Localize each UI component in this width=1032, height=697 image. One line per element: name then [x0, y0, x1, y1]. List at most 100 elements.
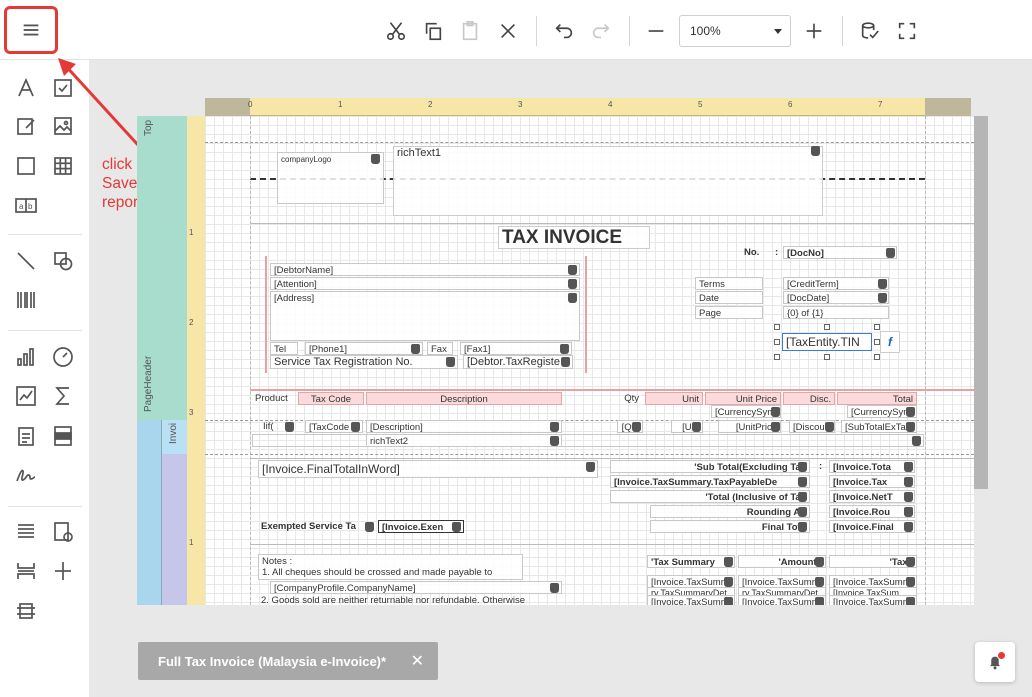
signature-tool[interactable]	[11, 460, 41, 490]
no-label[interactable]: No.	[741, 246, 771, 259]
detail-row-box[interactable]	[252, 434, 924, 447]
gauge-tool[interactable]	[48, 342, 78, 372]
resize-handle[interactable]	[774, 339, 780, 345]
chart-tool[interactable]	[11, 342, 41, 372]
zoom-in-button[interactable]	[797, 14, 831, 48]
paste-button[interactable]	[453, 14, 487, 48]
notes-line-2[interactable]: 2. Goods sold are neither returnable nor…	[258, 594, 558, 605]
hamburger-menu-button[interactable]	[4, 6, 58, 54]
doc-date-field[interactable]: [DocDate]	[783, 291, 889, 304]
line-tool[interactable]	[11, 246, 41, 276]
row-description[interactable]: [Description]	[366, 420, 562, 433]
sparkline-tool[interactable]	[11, 381, 41, 411]
shape-tool[interactable]	[48, 246, 78, 276]
total-inclusive-label[interactable]: 'Total (Inclusive of Tax	[610, 490, 810, 503]
sub-total-value[interactable]: [Invoice.Tota	[829, 460, 915, 473]
col-disc[interactable]: Disc.	[783, 392, 835, 405]
sub-report-tool[interactable]	[48, 517, 78, 547]
notes-box[interactable]: Notes : 1. All cheques should be crossed…	[258, 554, 523, 580]
notes-line-1: 1. All cheques should be crossed and mad…	[262, 567, 493, 578]
resize-handle[interactable]	[824, 354, 830, 360]
report-title[interactable]: TAX INVOICE	[498, 226, 650, 249]
tax-summary-header[interactable]: 'Tax Summary	[647, 555, 735, 568]
footer-band[interactable]	[161, 454, 187, 605]
company-logo-box[interactable]: companyLogo	[277, 152, 384, 204]
date-label[interactable]: Date	[695, 291, 763, 304]
page-label[interactable]: Page	[695, 306, 763, 319]
fax1-field[interactable]: [Fax1]	[460, 342, 572, 355]
phone1-field[interactable]: [Phone1]	[305, 342, 423, 355]
tin-field-selected[interactable]: [TaxEntity.TIN	[782, 333, 872, 351]
page-header-band[interactable]: Top PageHeader	[137, 116, 187, 420]
close-icon[interactable]: ✕	[411, 651, 424, 671]
copy-button[interactable]	[416, 14, 450, 48]
tax-payable-value[interactable]: [Invoice.Tax	[829, 475, 915, 488]
col-total[interactable]: Total	[837, 392, 917, 405]
tax-summary-cell[interactable]: [Invoice.TaxSumr	[647, 595, 735, 605]
zoom-select[interactable]: 100%	[679, 15, 791, 47]
rich-text1-box[interactable]: richText1	[393, 146, 823, 216]
resize-handle[interactable]	[824, 324, 830, 330]
doc-no-field[interactable]: [DocNo]	[783, 246, 897, 259]
undo-button[interactable]	[547, 14, 581, 48]
page-break-tool[interactable]	[11, 556, 41, 586]
table-of-contents-tool[interactable]	[11, 421, 41, 451]
fullscreen-button[interactable]	[890, 14, 924, 48]
company-name-field[interactable]: [CompanyProfile.CompanyName]	[270, 581, 562, 594]
tax-header[interactable]: 'Tax('	[829, 555, 917, 568]
fax-label[interactable]: Fax	[427, 342, 453, 355]
panel-tool[interactable]	[11, 151, 41, 181]
resize-handle[interactable]	[874, 324, 880, 330]
col-qty[interactable]: Qty	[564, 392, 642, 405]
page-info-tool[interactable]	[11, 517, 41, 547]
tax-summary-cell[interactable]: [Invoice.TaxSumr	[738, 595, 826, 605]
label-tool[interactable]	[11, 73, 41, 103]
character-comb-tool[interactable]: ab	[11, 190, 41, 220]
col-product[interactable]: Product	[252, 392, 296, 405]
rich-text-tool[interactable]	[11, 111, 41, 141]
resize-handle[interactable]	[774, 354, 780, 360]
sub-total-label[interactable]: 'Sub Total(Excluding Tax	[610, 460, 810, 473]
resize-handle[interactable]	[774, 324, 780, 330]
debtor-name-field[interactable]: [DebtorName]	[270, 263, 580, 276]
tax-summary-cell[interactable]: [Invoice.TaxSumr	[829, 595, 917, 605]
pdf-content-tool[interactable]	[48, 421, 78, 451]
redo-button[interactable]	[584, 14, 618, 48]
service-tax-label[interactable]: Service Tax Registration No.	[270, 355, 458, 369]
debtor-tax-reg-field[interactable]: [Debtor.TaxRegiste	[463, 355, 573, 369]
tax-payable-label[interactable]: [Invoice.TaxSummary.TaxPayableDe	[610, 475, 810, 488]
summary-tool[interactable]	[48, 381, 78, 411]
col-unit-price[interactable]: Unit Price	[705, 392, 781, 405]
cut-button[interactable]	[379, 14, 413, 48]
report-tab[interactable]: Full Tax Invoice (Malaysia e-Invoice)* ✕	[138, 642, 438, 680]
terms-label[interactable]: Terms	[695, 277, 763, 290]
rounding-value[interactable]: [Invoice.Rou	[829, 505, 915, 518]
attention-field[interactable]: [Attention]	[270, 277, 580, 290]
col-unit[interactable]: Unit	[645, 392, 703, 405]
invoice-band[interactable]: Invoi	[161, 420, 187, 454]
cross-band-box-tool[interactable]	[11, 596, 41, 626]
zoom-out-button[interactable]	[639, 14, 673, 48]
final-total-value[interactable]: [Invoice.Final	[829, 520, 915, 533]
address-field[interactable]: [Address]	[270, 291, 580, 341]
run-script-button[interactable]	[853, 14, 887, 48]
credit-term-field[interactable]: [CreditTerm]	[783, 277, 889, 290]
rounding-label[interactable]: Rounding Ad	[650, 505, 810, 518]
tel-label[interactable]: Tel	[270, 342, 298, 355]
resize-handle[interactable]	[874, 354, 880, 360]
expression-function-icon[interactable]: f	[880, 331, 900, 353]
exempted-service-tax-label[interactable]: Exempted Service Ta	[258, 520, 376, 533]
vertical-scrollbar[interactable]	[974, 116, 988, 489]
total-inclusive-value[interactable]: [Invoice.NetT	[829, 490, 915, 503]
cross-band-line-tool[interactable]	[48, 556, 78, 586]
report-design-surface[interactable]: companyLogo richText1 TAX INVOICE No. : …	[205, 116, 974, 605]
amount-header[interactable]: 'Amount('	[738, 555, 826, 568]
barcode-tool[interactable]	[11, 285, 41, 315]
delete-button[interactable]	[491, 14, 525, 48]
notification-button[interactable]	[975, 642, 1015, 682]
final-total-in-word-field[interactable]: [Invoice.FinalTotalInWord]	[258, 460, 598, 478]
page-number-field[interactable]: {0} of {1}	[783, 306, 889, 319]
col-tax-code[interactable]: Tax Code	[298, 392, 364, 405]
final-total-label[interactable]: Final Tota	[650, 520, 810, 533]
col-description[interactable]: Description	[366, 392, 562, 405]
